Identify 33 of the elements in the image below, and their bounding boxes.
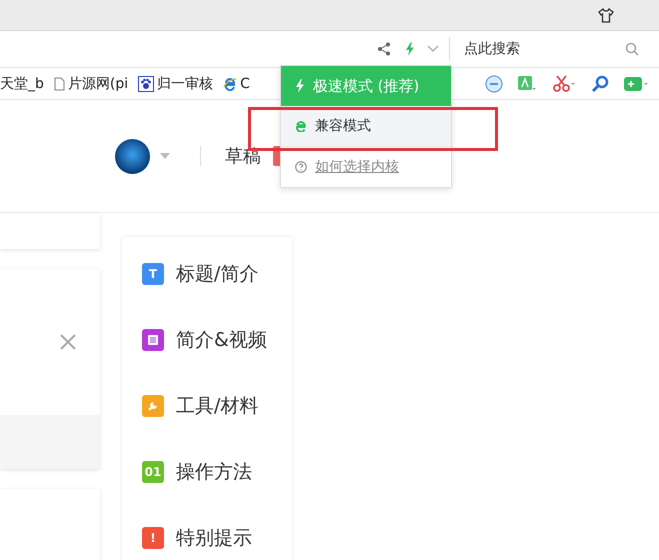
search-field[interactable]: 点此搜索	[462, 40, 616, 58]
avatar[interactable]	[115, 138, 150, 174]
translate-icon[interactable]	[517, 74, 539, 92]
bookmark-link[interactable]: 归一审核	[138, 74, 214, 92]
outline-icon-label: 01	[144, 465, 162, 479]
outline-link[interactable]: 特别提示	[176, 525, 252, 551]
paw-icon	[138, 76, 154, 92]
outline-link[interactable]: 操作方法	[176, 459, 252, 485]
bookmark-link[interactable]: C	[223, 76, 250, 92]
lightning-icon	[295, 79, 305, 93]
e-logo-icon	[295, 120, 307, 132]
scissors-icon[interactable]	[553, 74, 577, 92]
bookmark-link[interactable]: 片源网(pi	[54, 74, 128, 92]
share-icon[interactable]	[377, 42, 392, 56]
magnifier-icon[interactable]	[591, 74, 609, 92]
outline-link[interactable]: 标题/简介	[176, 261, 258, 287]
search-icon[interactable]	[625, 42, 639, 56]
outline-icon-label: T	[148, 267, 158, 281]
chevron-down-icon[interactable]	[427, 45, 439, 53]
shirt-icon[interactable]	[598, 8, 614, 22]
help-icon	[295, 161, 307, 173]
outline-icon-label: !	[150, 531, 156, 545]
menu-item[interactable]: 兼容模式	[281, 106, 451, 146]
close-icon[interactable]	[60, 334, 76, 350]
minus-circle-icon[interactable]	[485, 74, 503, 92]
lightning-icon[interactable]	[405, 42, 415, 56]
bookmark-link[interactable]: 天堂_b	[0, 74, 44, 92]
gamepad-icon[interactable]	[623, 74, 649, 92]
caret-icon[interactable]	[160, 153, 170, 159]
outline-link[interactable]: 工具/材料	[176, 393, 258, 419]
outline-link[interactable]: 简介&视频	[176, 327, 267, 353]
e-logo-icon	[223, 76, 238, 90]
page-icon	[54, 76, 65, 90]
